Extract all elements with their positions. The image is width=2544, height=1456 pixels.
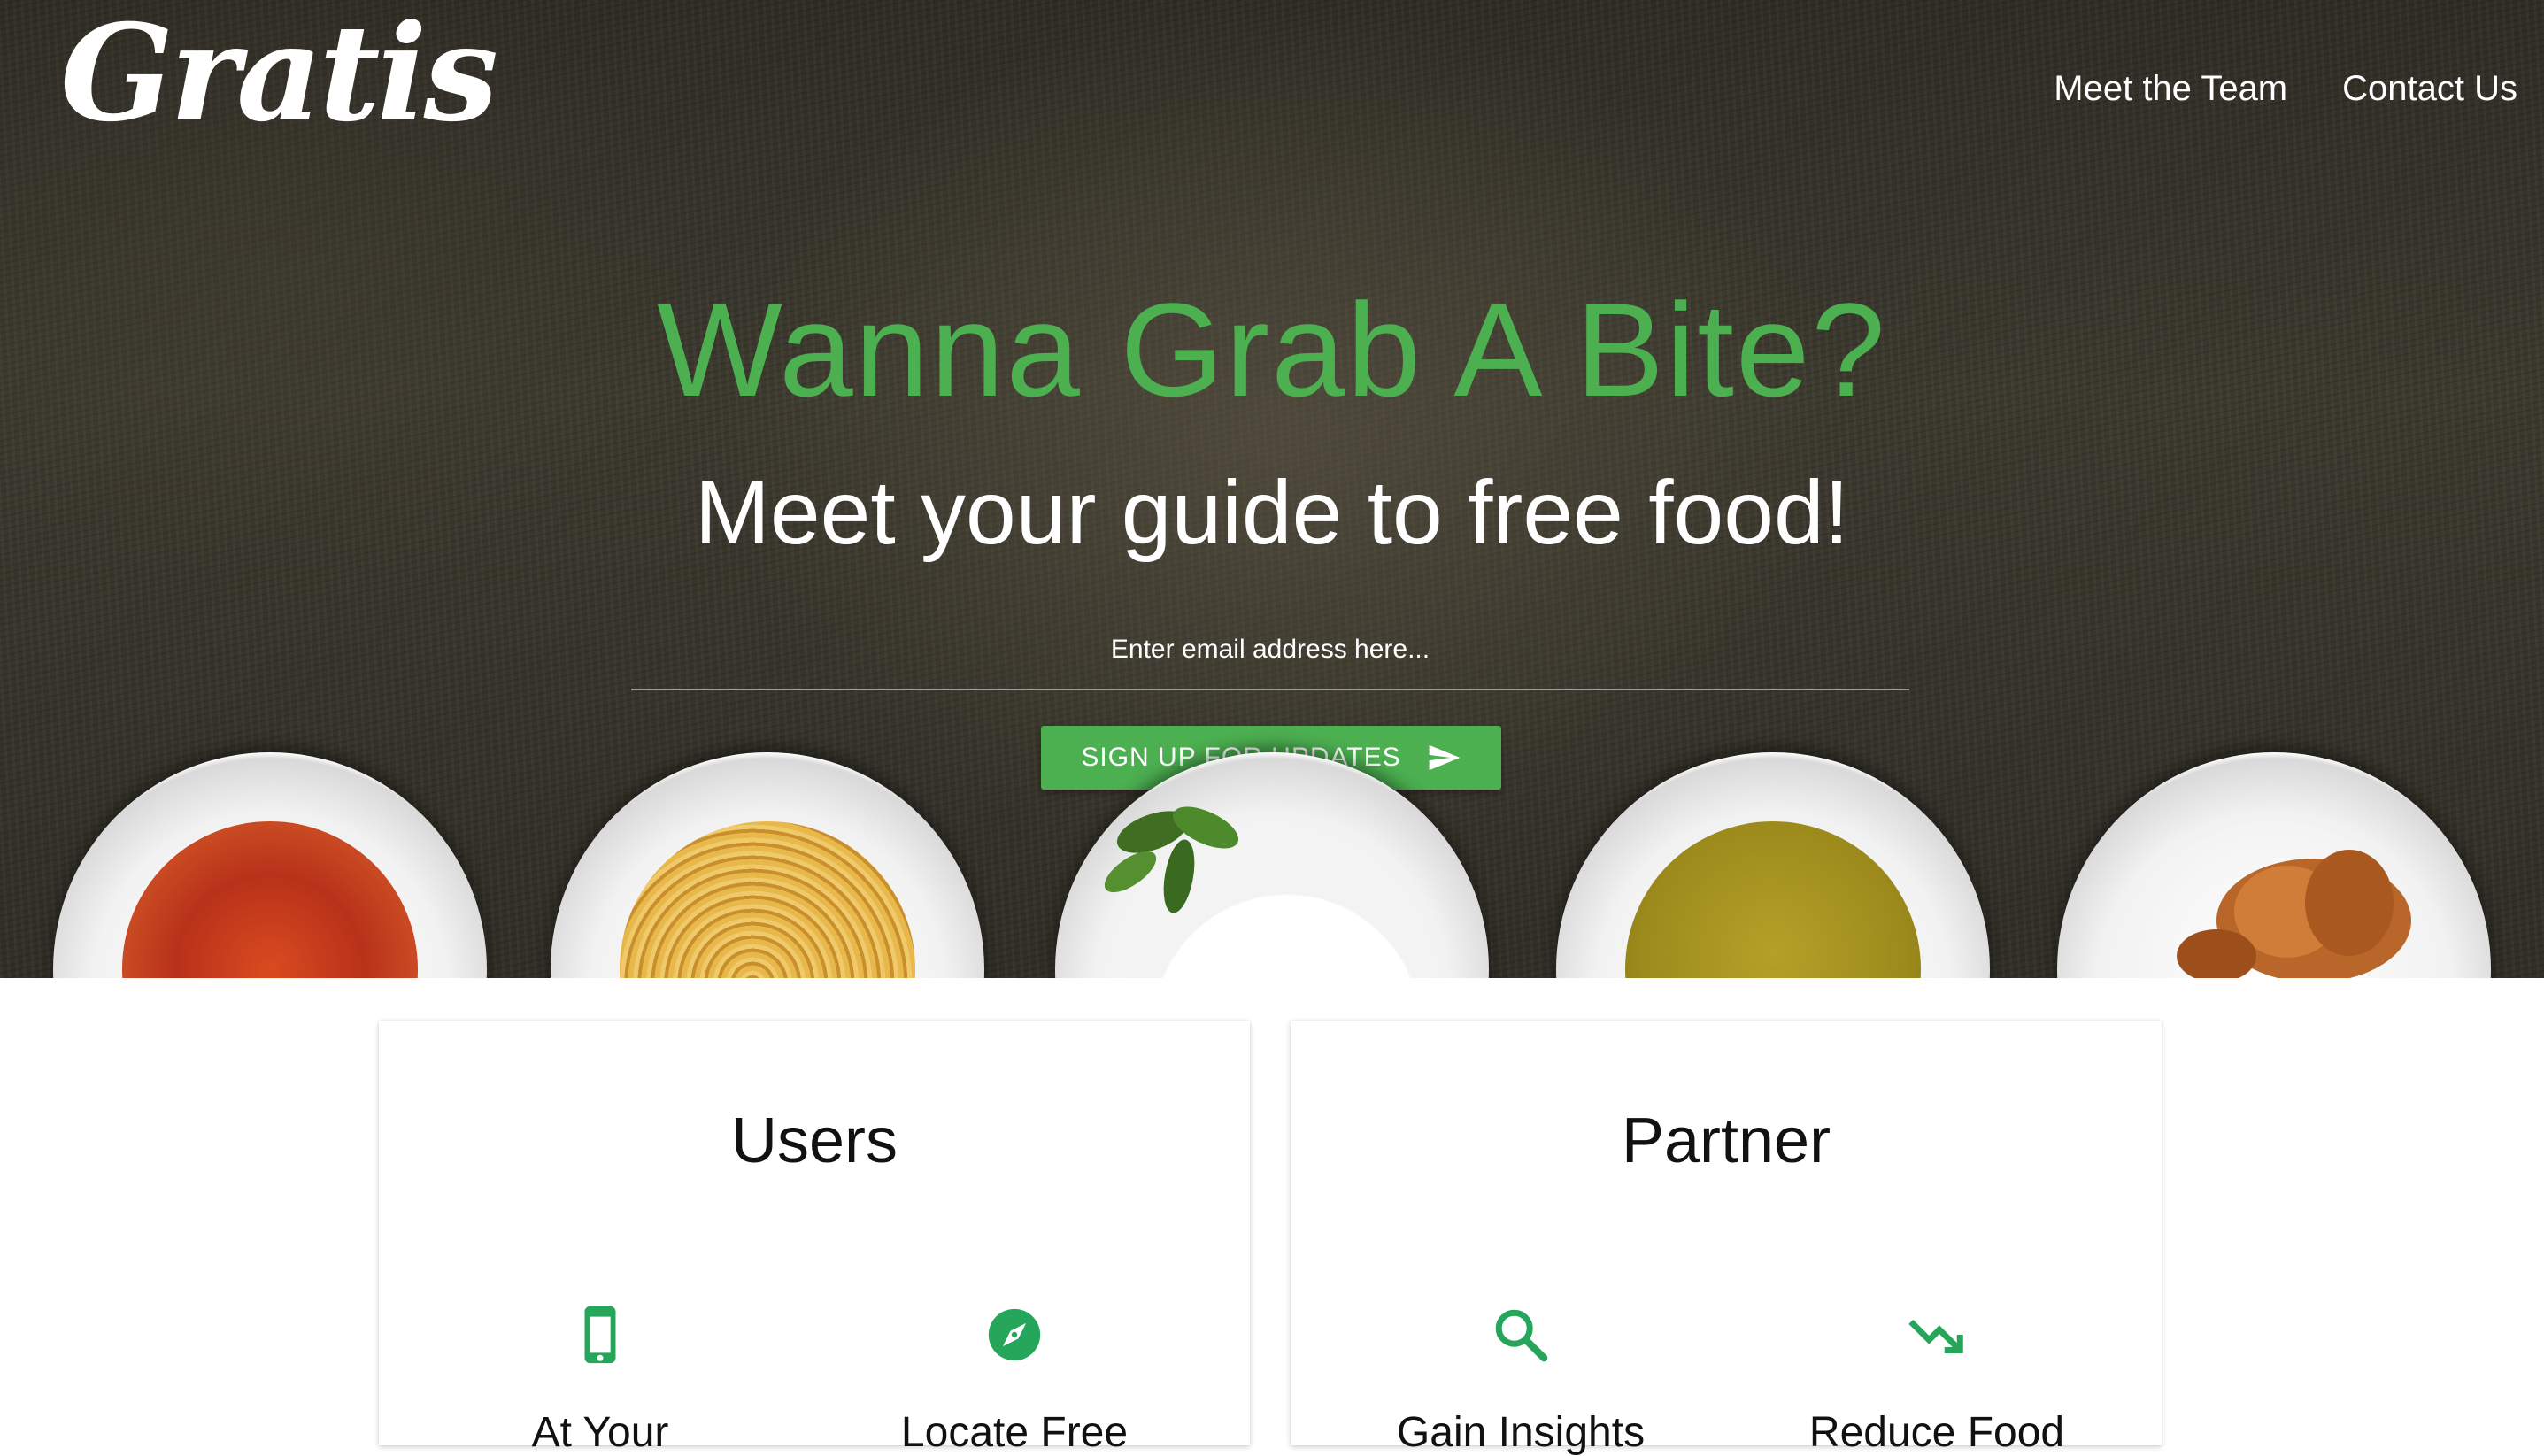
spaghetti-plate-image [551, 752, 984, 978]
feature-reduce-food: Reduce Food [1751, 1304, 2123, 1454]
partner-card: Partner Gain Insights Reduce Food [1291, 1021, 2162, 1454]
basil-leaf-icon [1104, 806, 1239, 913]
feature-label: At Your [531, 1409, 669, 1456]
email-input[interactable] [631, 611, 1909, 690]
gratis-logo[interactable]: Gratis [60, 7, 498, 140]
features-section: Users At Your Locate Free Partner Gain I… [0, 978, 2544, 1454]
feature-label: Gain Insights [1396, 1409, 1646, 1456]
compass-icon [988, 1308, 1041, 1361]
croissant-plate-image [2057, 752, 2491, 978]
top-nav: Meet the Team Contact Us [2054, 69, 2517, 109]
hero-section: Gratis Meet the Team Contact Us Wanna Gr… [0, 0, 2544, 978]
feature-at-your: At Your [414, 1304, 786, 1454]
smartphone-icon [584, 1306, 616, 1364]
feature-gain-insights: Gain Insights [1335, 1304, 1707, 1454]
hero-subhead: Meet your guide to free food! [694, 462, 1850, 563]
feature-locate-free: Locate Free [829, 1304, 1200, 1454]
nav-contact-us[interactable]: Contact Us [2342, 69, 2517, 109]
hero-headline: Wanna Grab A Bite? [657, 275, 1887, 424]
send-icon [1429, 744, 1461, 771]
search-icon [1495, 1309, 1548, 1362]
nav-meet-the-team[interactable]: Meet the Team [2054, 69, 2287, 109]
soup-plate-image [53, 752, 487, 978]
trending-down-icon [1908, 1319, 1963, 1353]
feature-label: Reduce Food [1808, 1409, 2065, 1456]
croissant-icon [2177, 850, 2411, 978]
users-card: Users At Your Locate Free [379, 1021, 1250, 1454]
partner-title: Partner [1621, 1105, 1831, 1176]
pea-soup-plate-image [1556, 752, 1990, 978]
users-title: Users [730, 1105, 898, 1176]
feature-label: Locate Free [900, 1409, 1129, 1456]
